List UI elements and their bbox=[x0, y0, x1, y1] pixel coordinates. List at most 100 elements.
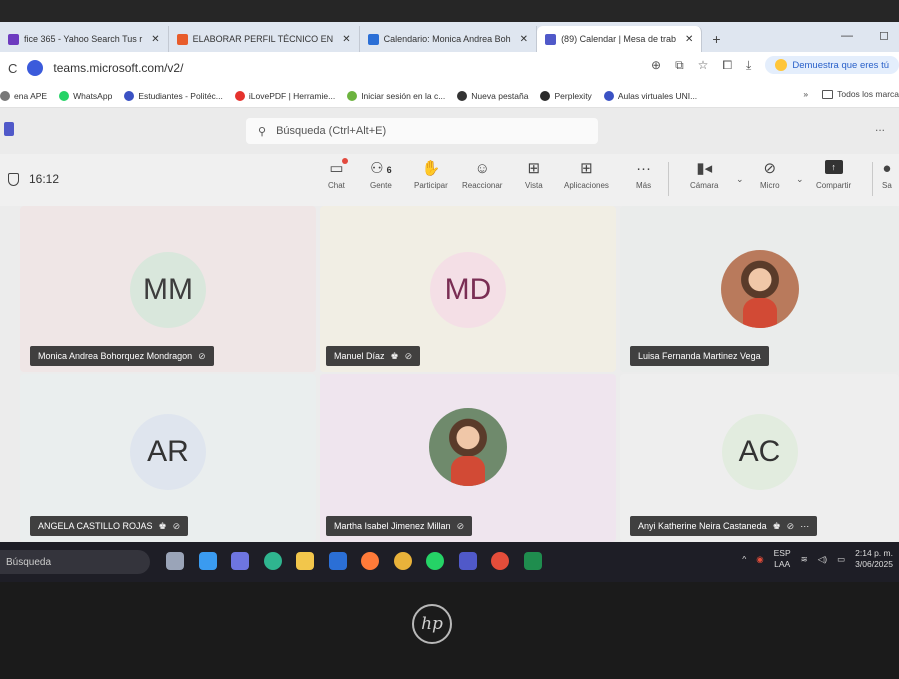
bookmark-label: ena APE bbox=[14, 90, 48, 101]
browser-tab[interactable]: fice 365 - Yahoo Search Tus r ✕ bbox=[0, 26, 169, 52]
close-tab-icon[interactable]: ✕ bbox=[520, 34, 528, 45]
bookmark-item[interactable]: Iniciar sesión en la c... bbox=[347, 90, 446, 101]
start-app-icon[interactable] bbox=[198, 552, 217, 570]
address-bar: C teams.microsoft.com/v2/ ⊕ ⧉ ☆ ⧠ ⤓ Demu… bbox=[0, 52, 899, 84]
chat-button[interactable]: ▭ Chat bbox=[328, 158, 348, 190]
chrome-2-app-icon[interactable] bbox=[491, 552, 509, 570]
mic-muted-icon: ⊘ bbox=[786, 520, 795, 531]
edge-app-icon[interactable] bbox=[263, 552, 282, 570]
browser-tab[interactable]: ELABORAR PERFIL TÉCNICO EN ✕ bbox=[169, 26, 360, 52]
bookmark-label: WhatsApp bbox=[73, 90, 113, 101]
shield-icon bbox=[8, 172, 19, 186]
tray-overflow-icon[interactable]: ^ bbox=[742, 554, 746, 564]
minimize-button[interactable]: — bbox=[841, 28, 853, 42]
excel-app-icon[interactable] bbox=[523, 552, 542, 570]
people-label: Gente bbox=[370, 181, 392, 190]
bookmark-item[interactable]: iLovePDF | Herramie... bbox=[234, 90, 335, 101]
site-info-icon[interactable] bbox=[27, 60, 44, 76]
tray-apps-icon[interactable]: ◉ bbox=[756, 554, 763, 565]
tab-favicon-icon bbox=[176, 33, 188, 45]
language-indicator[interactable]: ESP LAA bbox=[774, 548, 791, 570]
all-bookmarks-label: Todos los marca bbox=[837, 89, 899, 99]
bookmarks-overflow[interactable]: » bbox=[803, 89, 808, 99]
install-app-icon[interactable]: ⧉ bbox=[675, 58, 684, 73]
firefox-app-icon[interactable] bbox=[361, 552, 379, 570]
search-placeholder: Búsqueda (Ctrl+Alt+E) bbox=[276, 125, 387, 137]
restore-button[interactable]: ◻ bbox=[879, 28, 889, 42]
region-code: LAA bbox=[774, 559, 791, 569]
mic-muted-icon: ⊘ bbox=[404, 350, 413, 361]
camera-options-chevron-icon[interactable]: ⌄ bbox=[736, 174, 744, 185]
bookmark-label: Aulas virtuales UNI... bbox=[617, 90, 698, 101]
all-bookmarks-button[interactable]: Todos los marca bbox=[822, 89, 899, 99]
browser-tab[interactable]: (89) Calendar | Mesa de trab ✕ bbox=[537, 26, 703, 52]
explorer-app-icon[interactable] bbox=[296, 552, 314, 570]
people-button[interactable]: ⚇ 6 Gente bbox=[370, 160, 392, 190]
more-button[interactable]: ··· Más bbox=[636, 160, 651, 190]
bookmark-favicon-icon bbox=[603, 90, 614, 101]
close-tab-icon[interactable]: ✕ bbox=[685, 34, 693, 45]
search-input[interactable]: ⚲ Búsqueda (Ctrl+Alt+E) bbox=[246, 118, 598, 144]
bookmark-item[interactable]: Nueva pestaña bbox=[457, 90, 528, 101]
extensions-icon[interactable]: ⧠ bbox=[722, 58, 732, 73]
participant-more-button[interactable]: ··· bbox=[800, 521, 809, 531]
chat-app-icon[interactable] bbox=[231, 552, 249, 570]
participant-nameplate: Monica Andrea Bohorquez Mondragon ⊘ bbox=[30, 346, 214, 366]
favorite-star-icon[interactable]: ☆ bbox=[698, 58, 709, 72]
mic-options-chevron-icon[interactable]: ⌄ bbox=[796, 174, 804, 185]
url-field[interactable]: teams.microsoft.com/v2/ bbox=[53, 61, 183, 75]
bookmark-label: Iniciar sesión en la c... bbox=[361, 90, 446, 101]
participant-name: Manuel Díaz bbox=[334, 351, 385, 361]
browser-tabstrip: fice 365 - Yahoo Search Tus r ✕ ELABORAR P… bbox=[0, 22, 899, 52]
participant-tile[interactable]: Martha Isabel Jimenez Millan ⊘ bbox=[320, 374, 616, 542]
participant-tile[interactable]: AC Anyi Katherine Neira Castaneda ♚ ⊘ ··· bbox=[620, 374, 899, 542]
bookmark-label: Estudiantes - Politéc... bbox=[138, 90, 223, 101]
mic-muted-icon: ⊘ bbox=[172, 520, 181, 531]
participant-tile[interactable]: Luisa Fernanda Martinez Vega bbox=[620, 206, 899, 372]
bookmark-item[interactable]: WhatsApp bbox=[59, 90, 113, 101]
raise-hand-button[interactable]: ✋ Participar bbox=[414, 160, 448, 190]
leave-button[interactable]: ● Sa bbox=[882, 160, 892, 190]
taskbar-search[interactable]: Búsqueda bbox=[0, 550, 150, 574]
downloads-icon[interactable]: ⤓ bbox=[746, 58, 751, 73]
participant-name: Luisa Fernanda Martinez Vega bbox=[638, 351, 761, 361]
participant-nameplate: Anyi Katherine Neira Castaneda ♚ ⊘ ··· bbox=[630, 516, 818, 536]
apps-button[interactable]: ⊞ Aplicaciones bbox=[564, 160, 609, 190]
sign-in-promo[interactable]: Demuestra que eres tú bbox=[765, 56, 899, 74]
bookmark-item[interactable]: Estudiantes - Politéc... bbox=[124, 90, 223, 101]
close-tab-icon[interactable]: ✕ bbox=[342, 34, 350, 45]
bookmark-favicon-icon bbox=[0, 90, 10, 101]
bookmark-item[interactable]: ena APE bbox=[0, 90, 48, 101]
browser-tab[interactable]: Calendario: Monica Andrea Boh ✕ bbox=[360, 26, 538, 52]
participant-tile[interactable]: AR ANGELA CASTILLO ROJAS ♚ ⊘ bbox=[20, 374, 316, 542]
tab-favicon-icon bbox=[8, 33, 19, 45]
word-app-icon[interactable] bbox=[328, 552, 347, 570]
taskview-app-icon[interactable] bbox=[166, 552, 184, 570]
battery-icon[interactable]: ▭ bbox=[837, 554, 845, 565]
participant-tile[interactable]: MD Manuel Díaz ♚ ⊘ bbox=[320, 206, 616, 372]
chrome-app-icon[interactable] bbox=[393, 552, 412, 570]
view-label: Vista bbox=[525, 181, 543, 190]
teams-app-icon[interactable] bbox=[458, 552, 477, 570]
reload-icon[interactable]: C bbox=[8, 61, 17, 76]
share-button[interactable]: ↑ Compartir bbox=[816, 160, 851, 190]
whatsapp-app-icon[interactable] bbox=[426, 552, 444, 570]
zoom-icon[interactable]: ⊕ bbox=[651, 58, 661, 72]
view-button[interactable]: ⊞ Vista bbox=[525, 160, 543, 190]
camera-button[interactable]: ▮◂ Cámara bbox=[690, 160, 718, 190]
mic-label: Micro bbox=[760, 181, 780, 190]
react-button[interactable]: ☺ Reaccionar bbox=[462, 160, 502, 190]
mic-button[interactable]: ⊘ Micro bbox=[760, 160, 780, 190]
new-tab-button[interactable]: + bbox=[702, 26, 730, 52]
settings-more-button[interactable]: ... bbox=[875, 120, 885, 134]
close-tab-icon[interactable]: ✕ bbox=[151, 34, 159, 45]
participant-tile[interactable]: MM Monica Andrea Bohorquez Mondragon ⊘ bbox=[20, 206, 316, 372]
bookmark-item[interactable]: Aulas virtuales UNI... bbox=[603, 90, 698, 101]
volume-icon[interactable]: ◁) bbox=[818, 554, 827, 565]
clock[interactable]: 2:14 p. m. 3/06/2025 bbox=[855, 548, 893, 570]
participant-nameplate: Martha Isabel Jimenez Millan ⊘ bbox=[326, 516, 473, 536]
smile-icon: ☺ bbox=[474, 160, 490, 177]
wifi-icon[interactable]: ≋ bbox=[801, 554, 808, 565]
participant-avatar: MM bbox=[130, 252, 206, 328]
bookmark-item[interactable]: Perplexity bbox=[540, 90, 592, 101]
